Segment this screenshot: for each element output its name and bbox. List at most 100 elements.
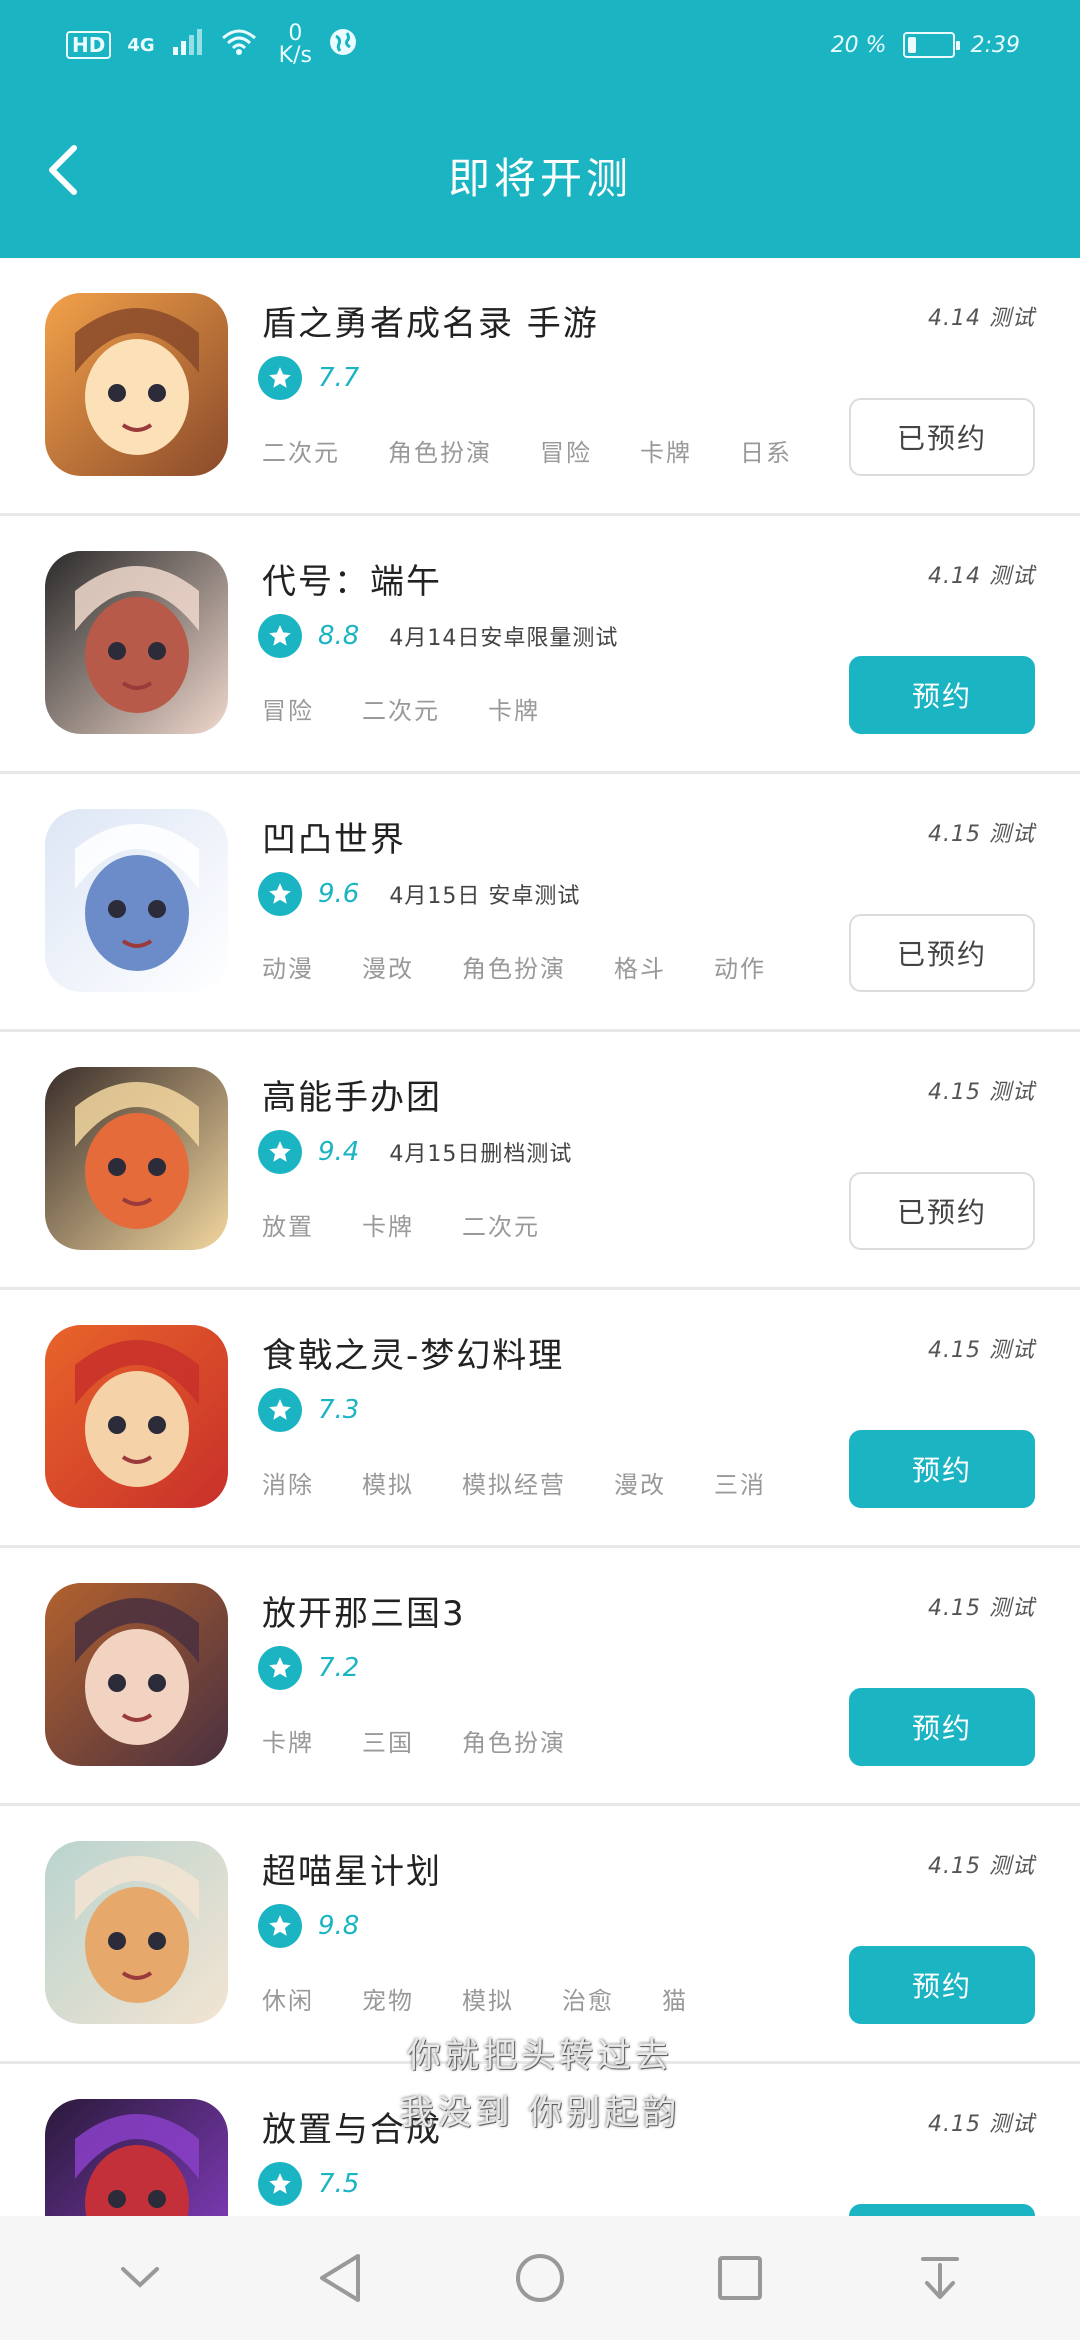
tag: 三消 (714, 1471, 766, 1499)
rating-row: 7.5 (258, 2162, 359, 2206)
tag: 漫改 (362, 955, 414, 983)
tag: 卡牌 (262, 1729, 314, 1757)
nav-collapse-button[interactable] (100, 2238, 180, 2318)
test-note: 4月15日 安卓测试 (389, 884, 581, 909)
status-left: HD 4G 0 K/s (66, 23, 358, 67)
rating-score: 9.4 (318, 1137, 360, 1167)
rating-score: 7.7 (318, 363, 360, 393)
reserve-button[interactable]: 预约 (849, 2204, 1035, 2216)
game-icon[interactable] (45, 551, 228, 734)
recents-square-icon (718, 2256, 762, 2300)
signal-icon (171, 29, 205, 61)
tag: 日系 (740, 439, 792, 467)
test-date: 4.15 测试 (928, 1596, 1035, 1621)
tag: 模拟经营 (462, 1471, 566, 1499)
game-title[interactable]: 盾之勇者成名录 手游 (262, 296, 599, 345)
tag-list: 放置 卡牌 二次元 (262, 1207, 540, 1242)
globe-icon (328, 27, 358, 63)
game-list-item[interactable]: 凹凸世界 4.15 测试 9.6 4月15日 安卓测试 动漫 漫改 角色扮演 格斗 动作 已预约 (0, 774, 1080, 1032)
tag: 冒险 (540, 439, 592, 467)
rating-row: 7.3 (258, 1388, 359, 1432)
test-date: 4.14 测试 (928, 306, 1035, 331)
rating-score: 8.8 (318, 621, 360, 651)
star-icon (258, 1130, 302, 1174)
rating-row: 8.8 4月14日安卓限量测试 (258, 614, 618, 658)
tag: 放置 (262, 1213, 314, 1241)
tag: 卡牌 (362, 1213, 414, 1241)
rating-row: 9.6 4月15日 安卓测试 (258, 872, 580, 916)
reserve-button[interactable]: 预约 (849, 656, 1035, 734)
test-date: 4.15 测试 (928, 1338, 1035, 1363)
tag: 漫改 (614, 1471, 666, 1499)
game-list-item[interactable]: 盾之勇者成名录 手游 4.14 测试 7.7 二次元 角色扮演 冒险 卡牌 日系 已预约 (0, 258, 1080, 516)
star-icon (258, 356, 302, 400)
rating-row: 7.7 (258, 356, 359, 400)
nav-home-button[interactable] (500, 2238, 580, 2318)
reserved-button[interactable]: 已预约 (849, 1172, 1035, 1250)
game-list-item[interactable]: 代号：端午 4.14 测试 8.8 4月14日安卓限量测试 冒险 二次元 卡牌 预约 (0, 516, 1080, 774)
game-title[interactable]: 代号：端午 (262, 554, 442, 603)
system-nav-bar (0, 2216, 1080, 2340)
game-list-item[interactable]: 食戟之灵-梦幻料理 4.15 测试 7.3 消除 模拟 模拟经营 漫改 三消 预约 (0, 1290, 1080, 1548)
reserve-button[interactable]: 预约 (849, 1946, 1035, 2024)
tag: 卡牌 (640, 439, 692, 467)
clock: 2:39 (970, 32, 1020, 58)
hd-badge: HD (66, 31, 112, 59)
tag: 模拟 (362, 1471, 414, 1499)
tag: 二次元 (262, 439, 340, 467)
download-icon (921, 2257, 959, 2299)
reserve-button[interactable]: 预约 (849, 1688, 1035, 1766)
reserve-button[interactable]: 预约 (849, 1430, 1035, 1508)
game-list-item[interactable]: 放开那三国3 4.15 测试 7.2 卡牌 三国 角色扮演 预约 (0, 1548, 1080, 1806)
tag: 消除 (262, 1471, 314, 1499)
tag: 猫 (662, 1987, 688, 2015)
star-icon (258, 1388, 302, 1432)
speed-value: 0 (288, 21, 303, 46)
game-title[interactable]: 食戟之灵-梦幻料理 (262, 1328, 564, 1377)
game-icon[interactable] (45, 809, 228, 992)
rating-row: 7.2 (258, 1646, 359, 1690)
tag-list: 冒险 二次元 卡牌 (262, 691, 540, 726)
tag: 角色扮演 (462, 1729, 566, 1757)
tag: 动作 (714, 955, 766, 983)
test-date: 4.15 测试 (928, 822, 1035, 847)
test-date: 4.15 测试 (928, 1854, 1035, 1879)
game-title[interactable]: 凹凸世界 (262, 812, 406, 861)
tag: 动漫 (262, 955, 314, 983)
status-right: 20 % 2:39 (831, 32, 1020, 58)
game-title[interactable]: 放置与合成 (262, 2102, 442, 2151)
reserved-button[interactable]: 已预约 (849, 914, 1035, 992)
star-icon (258, 872, 302, 916)
battery-icon (902, 32, 960, 58)
game-icon[interactable] (45, 293, 228, 476)
game-icon[interactable] (45, 1325, 228, 1508)
game-icon[interactable] (45, 1583, 228, 1766)
battery-percent: 20 % (830, 32, 887, 58)
game-title[interactable]: 超喵星计划 (262, 1844, 442, 1893)
game-list-item[interactable]: 放置与合成 4.15 测试 7.5 预约 (0, 2064, 1080, 2216)
rating-score: 9.8 (318, 1911, 360, 1941)
game-list-item[interactable]: 高能手办团 4.15 测试 9.4 4月15日删档测试 放置 卡牌 二次元 已预约 (0, 1032, 1080, 1290)
game-icon[interactable] (45, 2099, 228, 2216)
star-icon (258, 614, 302, 658)
tag: 角色扮演 (462, 955, 566, 983)
nav-back-button[interactable] (300, 2238, 380, 2318)
game-icon[interactable] (45, 1067, 228, 1250)
star-icon (258, 1646, 302, 1690)
game-list-item[interactable]: 超喵星计划 4.15 测试 9.8 休闲 宠物 模拟 治愈 猫 预约 (0, 1806, 1080, 2064)
game-icon[interactable] (45, 1841, 228, 2024)
tag: 模拟 (462, 1987, 514, 2015)
game-title[interactable]: 放开那三国3 (262, 1586, 466, 1635)
speed-unit: K/s (278, 43, 312, 68)
wifi-icon (221, 28, 257, 62)
reserved-button[interactable]: 已预约 (849, 398, 1035, 476)
star-icon (258, 1904, 302, 1948)
back-triangle-icon (320, 2254, 360, 2302)
test-date: 4.15 测试 (928, 1080, 1035, 1105)
game-title[interactable]: 高能手办团 (262, 1070, 442, 1119)
nav-download-button[interactable] (900, 2238, 980, 2318)
page-title: 即将开测 (447, 154, 632, 203)
rating-row: 9.8 (258, 1904, 359, 1948)
tag-list: 卡牌 三国 角色扮演 (262, 1723, 566, 1758)
nav-recents-button[interactable] (700, 2238, 780, 2318)
